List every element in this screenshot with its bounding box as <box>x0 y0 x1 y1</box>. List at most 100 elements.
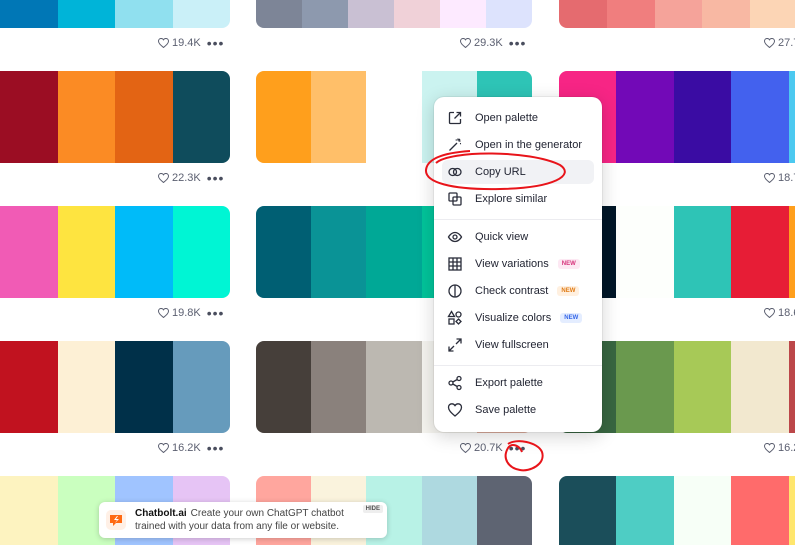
menu-item-label: Quick view <box>475 231 529 243</box>
palette-card[interactable] <box>559 0 795 28</box>
color-swatch[interactable] <box>0 476 58 545</box>
color-swatch[interactable] <box>57 71 116 163</box>
color-swatch[interactable] <box>115 0 173 28</box>
like-count: 19.4K <box>172 37 201 49</box>
more-options-button[interactable]: ••• <box>207 441 225 455</box>
color-swatch[interactable] <box>731 206 789 298</box>
color-swatch[interactable] <box>348 0 394 28</box>
palette-meta: 20.7K ••• <box>460 441 527 455</box>
grid-icon <box>447 256 463 272</box>
color-swatch[interactable] <box>366 206 422 298</box>
color-swatch[interactable] <box>788 206 795 298</box>
like-button[interactable]: 29.3K <box>460 37 503 49</box>
color-swatch[interactable] <box>57 0 116 28</box>
menu-item-explore-similar[interactable]: Explore similar <box>442 187 594 211</box>
menu-item-save-palette[interactable]: Save palette <box>442 398 594 422</box>
color-swatch[interactable] <box>440 0 486 28</box>
color-swatch[interactable] <box>788 341 795 433</box>
menu-item-visualize-colors[interactable]: Visualize colors NEW <box>442 306 594 330</box>
color-swatch[interactable] <box>750 0 795 28</box>
color-swatch[interactable] <box>616 71 674 163</box>
color-swatch[interactable] <box>256 206 312 298</box>
like-button[interactable]: 19.4K <box>158 37 201 49</box>
color-swatch[interactable] <box>256 341 312 433</box>
menu-item-quick-view[interactable]: Quick view <box>442 225 594 249</box>
color-swatch[interactable] <box>394 0 440 28</box>
color-swatch[interactable] <box>172 341 230 433</box>
color-swatch[interactable] <box>57 341 116 433</box>
color-swatch[interactable] <box>0 206 58 298</box>
menu-item-open-in-generator[interactable]: Open in the generator <box>442 133 594 157</box>
color-swatch[interactable] <box>788 476 795 545</box>
color-swatch[interactable] <box>115 206 173 298</box>
color-swatch[interactable] <box>702 0 751 28</box>
color-swatch[interactable] <box>673 71 732 163</box>
menu-item-open-palette[interactable]: Open palette <box>442 106 594 130</box>
color-swatch[interactable] <box>476 476 532 545</box>
like-button[interactable]: 18.6 <box>764 307 795 319</box>
color-swatch[interactable] <box>0 0 58 28</box>
color-swatch[interactable] <box>302 0 348 28</box>
more-options-button[interactable]: ••• <box>207 36 225 50</box>
color-swatch[interactable] <box>172 71 230 163</box>
color-swatch[interactable] <box>654 0 703 28</box>
color-swatch[interactable] <box>673 476 732 545</box>
color-swatch[interactable] <box>486 0 532 28</box>
menu-item-view-fullscreen[interactable]: View fullscreen <box>442 333 594 357</box>
color-swatch[interactable] <box>57 206 116 298</box>
color-swatch[interactable] <box>256 71 312 163</box>
like-button[interactable]: 16.2 <box>764 442 795 454</box>
color-swatch[interactable] <box>0 341 58 433</box>
palette-card[interactable] <box>0 71 230 163</box>
more-options-button[interactable]: ••• <box>207 306 225 320</box>
more-options-button[interactable]: ••• <box>509 36 527 50</box>
color-swatch[interactable] <box>606 0 655 28</box>
ad-banner[interactable]: Chatbolt.ai Create your own ChatGPT chatb… <box>99 502 387 538</box>
color-swatch[interactable] <box>172 0 230 28</box>
palette-card[interactable] <box>0 0 230 28</box>
color-swatch[interactable] <box>172 206 230 298</box>
color-swatch[interactable] <box>366 71 422 163</box>
color-swatch[interactable] <box>616 341 674 433</box>
like-button[interactable]: 18.7 <box>764 172 795 184</box>
color-swatch[interactable] <box>559 0 607 28</box>
color-swatch[interactable] <box>673 206 732 298</box>
like-button[interactable]: 16.2K <box>158 442 201 454</box>
color-swatch[interactable] <box>673 341 732 433</box>
more-options-button[interactable]: ••• <box>509 441 527 455</box>
menu-item-label: Export palette <box>475 377 543 389</box>
color-swatch[interactable] <box>731 476 789 545</box>
hide-ad-button[interactable]: HIDE <box>362 505 383 513</box>
color-swatch[interactable] <box>421 476 477 545</box>
color-swatch[interactable] <box>616 206 674 298</box>
color-swatch[interactable] <box>788 71 795 163</box>
color-swatch[interactable] <box>311 206 367 298</box>
like-button[interactable]: 20.7K <box>460 442 503 454</box>
color-swatch[interactable] <box>256 0 302 28</box>
palette-meta: 27.7 <box>764 37 795 49</box>
new-badge: NEW <box>560 313 583 323</box>
color-swatch[interactable] <box>731 341 789 433</box>
color-swatch[interactable] <box>616 476 674 545</box>
menu-item-check-contrast[interactable]: Check contrast NEW <box>442 279 594 303</box>
like-button[interactable]: 27.7 <box>764 37 795 49</box>
more-options-button[interactable]: ••• <box>207 171 225 185</box>
color-swatch[interactable] <box>311 71 367 163</box>
palette-card[interactable] <box>0 341 230 433</box>
menu-item-copy-url[interactable]: Copy URL <box>442 160 594 184</box>
like-button[interactable]: 19.8K <box>158 307 201 319</box>
color-swatch[interactable] <box>115 341 173 433</box>
color-swatch[interactable] <box>559 476 617 545</box>
color-swatch[interactable] <box>115 71 173 163</box>
color-swatch[interactable] <box>0 71 58 163</box>
menu-item-export-palette[interactable]: Export palette <box>442 371 594 395</box>
palette-card[interactable] <box>559 476 795 545</box>
menu-item-view-variations[interactable]: View variations NEW <box>442 252 594 276</box>
color-swatch[interactable] <box>731 71 789 163</box>
palette-meta: 16.2K ••• <box>158 441 225 455</box>
palette-card[interactable] <box>256 0 532 28</box>
color-swatch[interactable] <box>366 341 422 433</box>
palette-card[interactable] <box>0 206 230 298</box>
color-swatch[interactable] <box>311 341 367 433</box>
like-button[interactable]: 22.3K <box>158 172 201 184</box>
